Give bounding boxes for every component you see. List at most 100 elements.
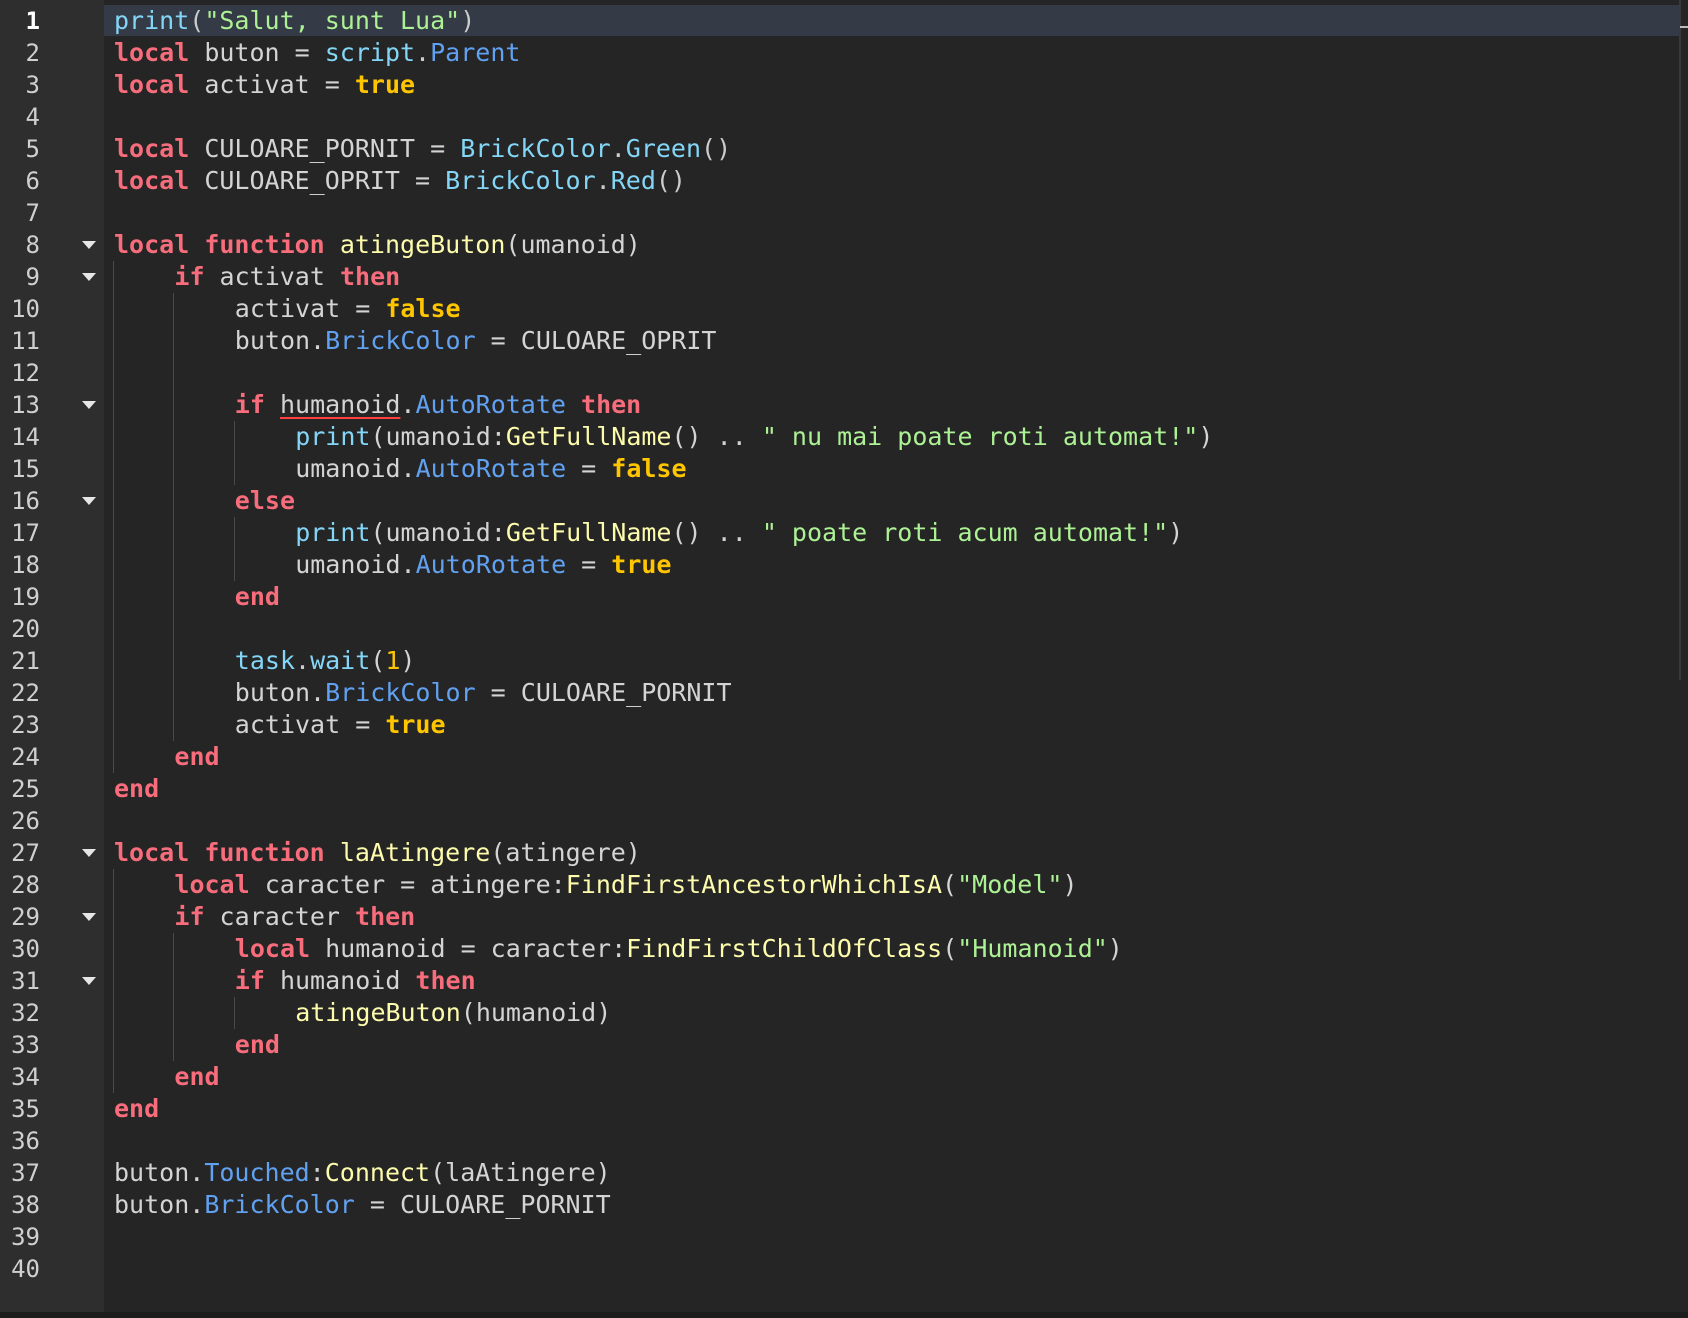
code-line[interactable]: local CULOARE_OPRIT = BrickColor.Red()	[114, 165, 686, 197]
code-token: end	[234, 582, 280, 611]
code-token: () ..	[671, 518, 762, 547]
line-number: 28	[11, 871, 40, 899]
code-token: local	[114, 134, 190, 163]
code-token: if	[234, 390, 265, 419]
code-token: else	[234, 486, 296, 515]
code-token: )	[1198, 422, 1214, 451]
code-token: =	[566, 550, 612, 579]
code-line[interactable]: buton.BrickColor = CULOARE_OPRIT	[235, 325, 717, 357]
code-line[interactable]: local function laAtingere(atingere)	[114, 837, 641, 869]
line-number: 29	[11, 903, 40, 931]
code-line[interactable]: local activat = true	[114, 69, 415, 101]
code-token: local	[114, 38, 190, 67]
code-line[interactable]: activat = true	[235, 709, 446, 741]
code-line[interactable]: end	[114, 1093, 159, 1125]
code-token: atingeButon	[339, 230, 506, 259]
code-token: then	[581, 390, 642, 419]
chevron-down-icon[interactable]	[82, 241, 96, 249]
line-number: 24	[11, 743, 40, 771]
line-number: 32	[11, 999, 40, 1027]
code-token: print	[114, 6, 190, 35]
code-token: end	[174, 1062, 220, 1091]
code-line[interactable]: task.wait(1)	[235, 645, 416, 677]
code-token: .	[415, 38, 431, 67]
code-token: function	[204, 838, 325, 867]
code-token: .	[595, 166, 611, 195]
code-token: end	[114, 1094, 160, 1123]
code-token: Connect	[324, 1158, 431, 1187]
code-token: activat	[204, 262, 340, 291]
code-line[interactable]: if activat then	[174, 261, 400, 293]
code-token: = CULOARE_OPRIT	[475, 326, 717, 355]
code-line[interactable]: local CULOARE_PORNIT = BrickColor.Green(…	[114, 133, 731, 165]
code-line[interactable]: buton.BrickColor = CULOARE_PORNIT	[114, 1189, 611, 1221]
code-line[interactable]: activat = false	[235, 293, 461, 325]
code-token: " poate roti acum automat!"	[761, 518, 1169, 547]
horizontal-scrollbar[interactable]	[0, 1312, 1688, 1318]
code-line[interactable]: end	[174, 1061, 219, 1093]
code-line[interactable]: if caracter then	[174, 901, 415, 933]
code-line[interactable]: buton.Touched:Connect(laAtingere)	[114, 1157, 611, 1189]
code-line[interactable]: buton.BrickColor = CULOARE_PORNIT	[235, 677, 732, 709]
code-token: caracter = atingere:	[249, 870, 566, 899]
code-line[interactable]: end	[174, 741, 219, 773]
code-token: (umanoid)	[505, 230, 641, 259]
code-line[interactable]: print("Salut, sunt Lua")	[114, 5, 475, 37]
code-token: false	[385, 294, 461, 323]
code-token: .	[295, 646, 311, 675]
line-number: 27	[11, 839, 40, 867]
code-line[interactable]: end	[235, 1029, 280, 1061]
code-line[interactable]: end	[114, 773, 159, 805]
script-editor[interactable]: 1 2 3 4 5 6 7 8 9 10 11 12 13 14 15 16 17 18 19 20 21 22 23 24 2…	[0, 0, 1688, 1318]
code-token: (	[189, 6, 205, 35]
code-token: end	[114, 774, 160, 803]
line-number: 8	[25, 231, 40, 259]
code-token: )	[1107, 934, 1123, 963]
chevron-down-icon[interactable]	[82, 849, 96, 857]
code-line[interactable]: umanoid.AutoRotate = false	[295, 453, 686, 485]
code-line[interactable]: if humanoid.AutoRotate then	[235, 389, 641, 421]
code-line[interactable]: umanoid.AutoRotate = true	[295, 549, 671, 581]
code-line[interactable]: end	[235, 581, 280, 613]
code-token: GetFullName	[505, 518, 672, 547]
code-line[interactable]: print(umanoid:GetFullName() .. " poate r…	[295, 517, 1183, 549]
code-line[interactable]: local caracter = atingere:FindFirstAnces…	[174, 869, 1077, 901]
line-number: 1	[25, 7, 40, 35]
line-number: 11	[11, 327, 40, 355]
code-token: CULOARE_PORNIT =	[189, 134, 461, 163]
indent-guide	[173, 933, 175, 1061]
code-token: umanoid.	[295, 454, 416, 483]
code-token: 1	[385, 646, 401, 675]
scroll-position-marker	[1680, 26, 1688, 28]
code-token: buton =	[189, 38, 325, 67]
code-line[interactable]: atingeButon(humanoid)	[295, 997, 611, 1029]
line-number: 30	[11, 935, 40, 963]
code-token: local	[114, 70, 190, 99]
line-number: 5	[25, 135, 40, 163]
code-token: "Salut, sunt Lua"	[204, 6, 461, 35]
line-number: 33	[11, 1031, 40, 1059]
chevron-down-icon[interactable]	[82, 497, 96, 505]
code-token: umanoid.	[295, 550, 416, 579]
line-number: 39	[11, 1223, 40, 1251]
code-line[interactable]: else	[235, 485, 295, 517]
code-token: =	[566, 454, 612, 483]
code-token: if	[234, 966, 265, 995]
vertical-scrollbar[interactable]	[1679, 0, 1681, 680]
code-line[interactable]: local humanoid = caracter:FindFirstChild…	[235, 933, 1123, 965]
code-token: then	[415, 966, 476, 995]
code-line[interactable]: print(umanoid:GetFullName() .. " nu mai …	[295, 421, 1213, 453]
line-number: 20	[11, 615, 40, 643]
code-line[interactable]: if humanoid then	[235, 965, 476, 997]
chevron-down-icon[interactable]	[82, 977, 96, 985]
code-line[interactable]: local buton = script.Parent	[114, 37, 520, 69]
chevron-down-icon[interactable]	[82, 913, 96, 921]
code-token: true	[611, 550, 672, 579]
chevron-down-icon[interactable]	[82, 401, 96, 409]
chevron-down-icon[interactable]	[82, 273, 96, 281]
code-token: Green	[625, 134, 702, 163]
code-token: = CULOARE_PORNIT	[475, 678, 732, 707]
code-token: ()	[655, 166, 686, 195]
code-line[interactable]: local function atingeButon(umanoid)	[114, 229, 641, 261]
